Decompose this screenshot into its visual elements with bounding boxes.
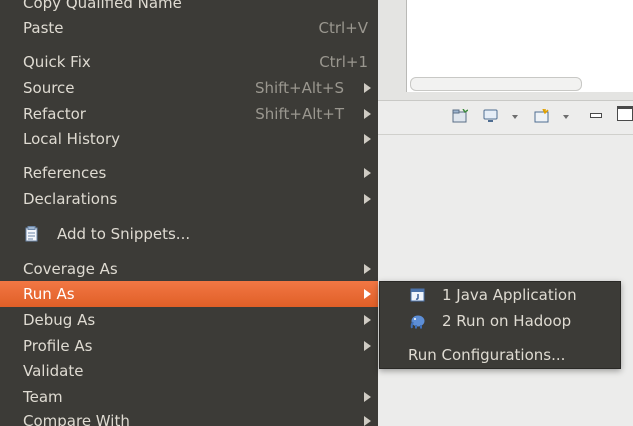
view-toolbar [378,101,633,135]
menu-item-shortcut: Ctrl+1 [319,53,368,71]
submenu-item-label: 2 Run on Hadoop [442,312,572,330]
menu-item-label: Debug As [23,311,96,329]
submenu-item-label: 1 Java Application [442,286,577,304]
submenu-arrow-icon [364,289,371,299]
menu-item-team[interactable]: Team [0,384,378,410]
menu-item-add-to-snippets[interactable]: Add to Snippets... [0,221,378,247]
menu-item-label: Refactor [23,105,86,123]
menu-item-run-as[interactable]: Run As [0,281,378,307]
menu-item-label: Source [23,79,75,97]
menu-item-source[interactable]: Source Shift+Alt+S [0,75,378,101]
menu-item-shortcut: Shift+Alt+S [254,79,344,97]
menu-item-profile-as[interactable]: Profile As [0,333,378,359]
menu-item-quick-fix[interactable]: Quick Fix Ctrl+1 [0,49,378,75]
submenu-item-run-on-hadoop[interactable]: 2 Run on Hadoop [380,308,620,334]
menu-item-shortcut: Shift+Alt+T [255,105,344,123]
menu-item-label: References [23,164,107,182]
menu-item-label: Run As [23,285,75,303]
submenu-arrow-icon [364,83,371,93]
menu-item-label: Compare With [23,412,130,426]
menu-item-label: Declarations [23,190,118,208]
menu-item-label: Add to Snippets... [57,225,191,243]
submenu-arrow-icon [364,392,371,402]
menu-item-label: Profile As [23,337,93,355]
menu-item-shortcut: Ctrl+V [318,19,368,37]
run-as-submenu: 1 Java Application 2 Run on Hadoop Run C… [379,281,621,369]
menu-item-label: Quick Fix [23,53,91,71]
maximize-icon[interactable] [617,106,633,121]
menu-item-validate[interactable]: Validate [0,358,378,384]
submenu-arrow-icon [364,264,371,274]
submenu-item-run-configurations[interactable]: Run Configurations... [380,342,620,368]
open-console-icon[interactable] [534,109,550,123]
menu-item-paste[interactable]: Paste Ctrl+V [0,15,378,41]
menu-item-declarations[interactable]: Declarations [0,186,378,212]
submenu-arrow-icon [364,416,371,426]
submenu-arrow-icon [364,341,371,351]
submenu-arrow-icon [364,315,371,325]
display-console-dropdown-icon[interactable] [512,115,518,119]
open-console-dropdown-icon[interactable] [563,115,569,119]
menu-item-references[interactable]: References [0,160,378,186]
submenu-item-label: Run Configurations... [408,346,566,364]
java-application-icon [410,288,425,302]
menu-item-label: Coverage As [23,260,118,278]
submenu-arrow-icon [364,134,371,144]
minimize-icon[interactable] [590,113,602,118]
submenu-arrow-icon [364,109,371,119]
menu-item-label: Paste [23,19,64,37]
horizontal-scrollbar[interactable] [410,77,582,91]
menu-item-debug-as[interactable]: Debug As [0,307,378,333]
hadoop-elephant-icon [410,315,425,329]
menu-item-label: Copy Qualified Name [23,0,182,12]
new-folder-icon[interactable] [452,109,468,123]
submenu-arrow-icon [364,168,371,178]
menu-item-local-history[interactable]: Local History [0,126,378,152]
menu-item-label: Team [23,388,63,406]
display-console-icon[interactable] [483,109,499,123]
menu-item-refactor[interactable]: Refactor Shift+Alt+T [0,101,378,127]
snippet-icon [25,226,38,242]
menu-item-label: Local History [23,130,121,148]
context-menu: Copy Qualified Name Paste Ctrl+V Quick F… [0,0,378,426]
menu-item-copy-qualified-name[interactable]: Copy Qualified Name [0,0,378,16]
menu-item-coverage-as[interactable]: Coverage As [0,256,378,282]
menu-item-label: Validate [23,362,84,380]
menu-item-compare-with[interactable]: Compare With [0,408,378,426]
submenu-item-java-application[interactable]: 1 Java Application [380,282,620,308]
submenu-arrow-icon [364,194,371,204]
